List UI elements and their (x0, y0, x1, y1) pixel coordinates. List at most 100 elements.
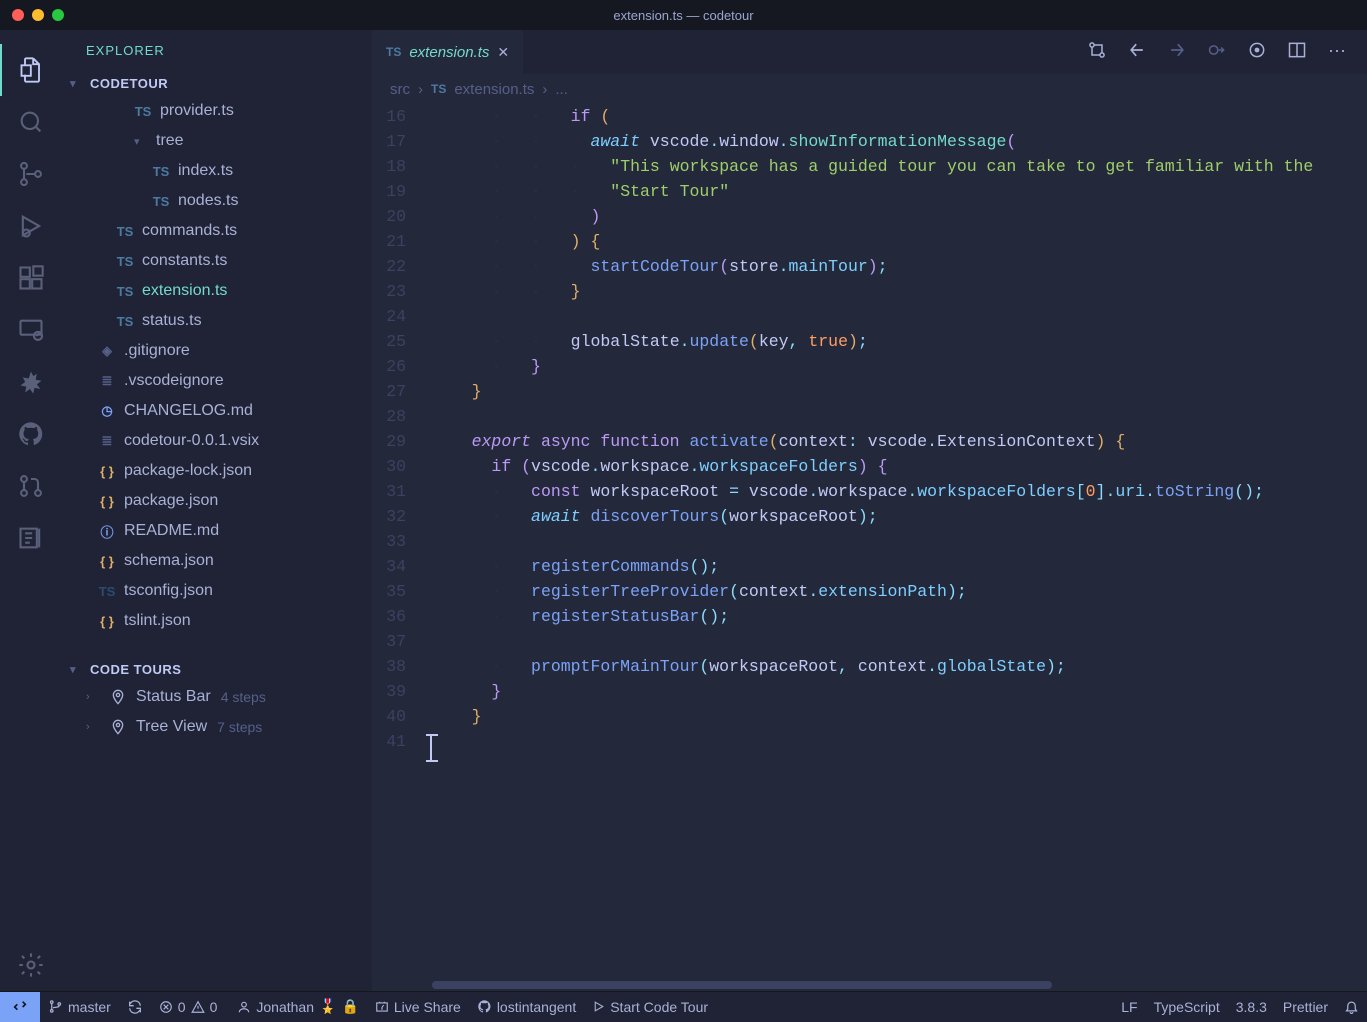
window-minimize-button[interactable] (32, 9, 44, 21)
file-README-md[interactable]: ⓘREADME.md (76, 516, 372, 546)
activity-liveshare-icon[interactable] (0, 356, 62, 408)
compare-changes-icon[interactable] (1087, 40, 1107, 65)
code-line[interactable]: 32 · await discoverTours(workspaceRoot); (372, 504, 1367, 529)
split-editor-icon[interactable] (1287, 40, 1307, 65)
file-index-ts[interactable]: TSindex.ts (76, 156, 372, 186)
more-actions-icon[interactable]: ··· (1327, 40, 1347, 65)
activity-codetours-icon[interactable] (0, 512, 62, 564)
branch-label: master (68, 999, 111, 1015)
code-line[interactable]: 40 } (372, 704, 1367, 729)
tab-close-icon[interactable]: ✕ (497, 44, 509, 61)
language-button[interactable]: TypeScript (1146, 992, 1228, 1022)
file-tree[interactable]: ▾tree (76, 126, 372, 156)
code-line[interactable]: 29 export async function activate(contex… (372, 429, 1367, 454)
code-line[interactable]: 35 · registerTreeProvider(context.extens… (372, 579, 1367, 604)
problems-button[interactable]: 0 0 (151, 992, 226, 1022)
activity-settings-icon[interactable] (0, 939, 62, 991)
warnings-count: 0 (210, 999, 218, 1015)
sync-button[interactable] (119, 992, 151, 1022)
activity-debug-icon[interactable] (0, 200, 62, 252)
notifications-button[interactable] (1336, 992, 1367, 1022)
code-line[interactable]: 19 · · · "Start Tour" (372, 179, 1367, 204)
window-close-button[interactable] (12, 9, 24, 21)
code-line[interactable]: 30 if (vscode.workspace.workspaceFolders… (372, 454, 1367, 479)
circle-right-icon[interactable] (1207, 40, 1227, 65)
explorer-section-header[interactable]: ▾ CODETOUR (62, 70, 372, 96)
code-line[interactable]: 21 · · ) { (372, 229, 1367, 254)
scrollbar-thumb[interactable] (432, 981, 1052, 989)
code-line[interactable]: 20 · · ) (372, 204, 1367, 229)
file-package-lock-json[interactable]: { }package-lock.json (76, 456, 372, 486)
code-editor[interactable]: 16 · · if (17 · · await vscode.window.sh… (372, 104, 1367, 979)
file--gitignore[interactable]: ◈.gitignore (76, 336, 372, 366)
code-line[interactable]: 25 · · globalState.update(key, true); (372, 329, 1367, 354)
activity-remote-icon[interactable] (0, 304, 62, 356)
lock-icon: 🔒 (341, 998, 358, 1015)
code-line[interactable]: 31 · const workspaceRoot = vscode.worksp… (372, 479, 1367, 504)
git-branch-button[interactable]: master (40, 992, 119, 1022)
code-line[interactable]: 34 · registerCommands(); (372, 554, 1367, 579)
activity-search-icon[interactable] (0, 96, 62, 148)
code-line[interactable]: 17 · · await vscode.window.showInformati… (372, 129, 1367, 154)
file-tslint-json[interactable]: { }tslint.json (76, 606, 372, 636)
chevron-right-icon: › (418, 81, 423, 98)
window-zoom-button[interactable] (52, 9, 64, 21)
code-line[interactable]: 16 · · if ( (372, 104, 1367, 129)
file-codetour-0-0-1-vsix[interactable]: ≣codetour-0.0.1.vsix (76, 426, 372, 456)
activity-pr-icon[interactable] (0, 460, 62, 512)
code-line[interactable]: 23 · · } (372, 279, 1367, 304)
code-line[interactable]: 18 · · · "This workspace has a guided to… (372, 154, 1367, 179)
github-account-button[interactable]: lostintangent (469, 992, 584, 1022)
code-line[interactable]: 41 (372, 729, 1367, 754)
file-commands-ts[interactable]: TScommands.ts (76, 216, 372, 246)
code-line[interactable]: 26 · } (372, 354, 1367, 379)
activity-extensions-icon[interactable] (0, 252, 62, 304)
code-line[interactable]: 33 (372, 529, 1367, 554)
tour-item[interactable]: ›Tree View 7 steps (62, 712, 372, 742)
horizontal-scrollbar[interactable] (372, 979, 1367, 991)
file-nodes-ts[interactable]: TSnodes.ts (76, 186, 372, 216)
tours-section-header[interactable]: ▾ CODE TOURS (62, 656, 372, 682)
tab-label: extension.ts (409, 44, 489, 61)
tab-extension-ts[interactable]: TS extension.ts ✕ (372, 30, 523, 74)
code-line[interactable]: 36 · registerStatusBar(); (372, 604, 1367, 629)
ts-icon: TS (431, 82, 446, 96)
code-line[interactable]: 28 (372, 404, 1367, 429)
file-schema-json[interactable]: { }schema.json (76, 546, 372, 576)
tour-item[interactable]: ›Status Bar 4 steps (62, 682, 372, 712)
activity-scm-icon[interactable] (0, 148, 62, 200)
target-icon[interactable] (1247, 40, 1267, 65)
eol-button[interactable]: LF (1113, 992, 1145, 1022)
file--vscodeignore[interactable]: ≣.vscodeignore (76, 366, 372, 396)
go-back-icon[interactable] (1127, 40, 1147, 65)
file-status-ts[interactable]: TSstatus.ts (76, 306, 372, 336)
code-line[interactable]: 22 · · startCodeTour(store.mainTour); (372, 254, 1367, 279)
activity-github-icon[interactable] (0, 408, 62, 460)
liveshare-user-button[interactable]: Jonathan 🎖️ 🔒 (229, 992, 366, 1022)
breadcrumb[interactable]: src › TS extension.ts › ... (372, 74, 1367, 104)
code-line[interactable]: 37 (372, 629, 1367, 654)
code-line[interactable]: 39 } (372, 679, 1367, 704)
code-line[interactable]: 27 } (372, 379, 1367, 404)
editor-area: TS extension.ts ✕ (372, 30, 1367, 991)
file-tsconfig-json[interactable]: TStsconfig.json (76, 576, 372, 606)
code-line[interactable]: 24 (372, 304, 1367, 329)
go-forward-icon[interactable] (1167, 40, 1187, 65)
start-codetour-button[interactable]: Start Code Tour (584, 992, 716, 1022)
breadcrumb-part[interactable]: ... (555, 81, 568, 98)
file-package-json[interactable]: { }package.json (76, 486, 372, 516)
file-CHANGELOG-md[interactable]: ◷CHANGELOG.md (76, 396, 372, 426)
medal-icon: 🎖️ (319, 998, 336, 1015)
prettier-button[interactable]: Prettier (1275, 992, 1336, 1022)
code-line[interactable]: 38 · promptForMainTour(workspaceRoot, co… (372, 654, 1367, 679)
remote-button[interactable] (0, 992, 40, 1022)
breadcrumb-part[interactable]: extension.ts (454, 81, 534, 98)
account-label: lostintangent (497, 999, 576, 1015)
file-extension-ts[interactable]: TSextension.ts (76, 276, 372, 306)
ts-version-button[interactable]: 3.8.3 (1228, 992, 1275, 1022)
file-provider-ts[interactable]: TSprovider.ts (76, 96, 372, 126)
file-constants-ts[interactable]: TSconstants.ts (76, 246, 372, 276)
activity-explorer-icon[interactable] (0, 44, 62, 96)
liveshare-button[interactable]: Live Share (367, 992, 469, 1022)
breadcrumb-part[interactable]: src (390, 81, 410, 98)
